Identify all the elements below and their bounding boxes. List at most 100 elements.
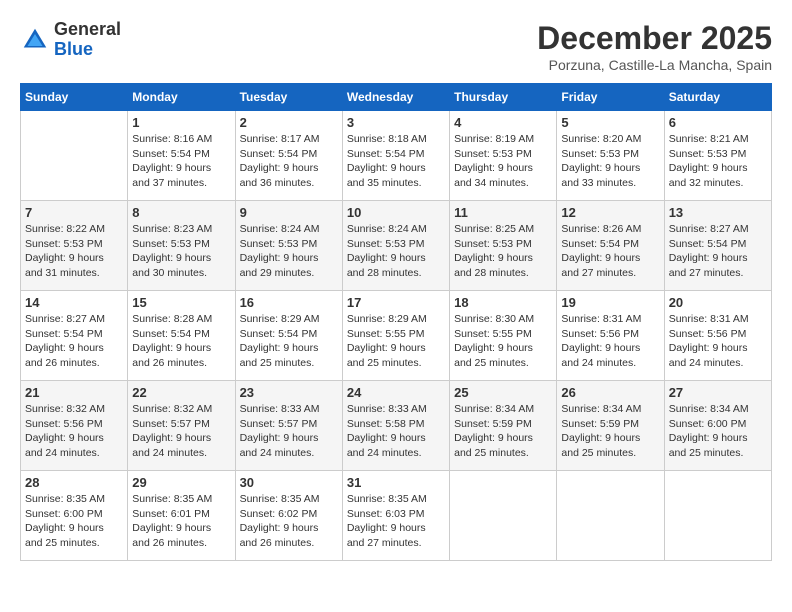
day-info: Sunrise: 8:27 AMSunset: 5:54 PMDaylight:…: [669, 222, 767, 281]
day-info: Sunrise: 8:35 AMSunset: 6:03 PMDaylight:…: [347, 492, 445, 551]
calendar-cell: 25 Sunrise: 8:34 AMSunset: 5:59 PMDaylig…: [450, 381, 557, 471]
day-number: 2: [240, 115, 338, 130]
header-saturday: Saturday: [664, 84, 771, 111]
day-info: Sunrise: 8:22 AMSunset: 5:53 PMDaylight:…: [25, 222, 123, 281]
day-number: 27: [669, 385, 767, 400]
day-info: Sunrise: 8:32 AMSunset: 5:57 PMDaylight:…: [132, 402, 230, 461]
day-number: 24: [347, 385, 445, 400]
calendar-cell: 8 Sunrise: 8:23 AMSunset: 5:53 PMDayligh…: [128, 201, 235, 291]
day-number: 14: [25, 295, 123, 310]
calendar-subtitle: Porzuna, Castille-La Mancha, Spain: [537, 57, 772, 73]
day-number: 4: [454, 115, 552, 130]
day-number: 31: [347, 475, 445, 490]
day-number: 6: [669, 115, 767, 130]
day-number: 1: [132, 115, 230, 130]
calendar-week-2: 7 Sunrise: 8:22 AMSunset: 5:53 PMDayligh…: [21, 201, 772, 291]
calendar-cell: 21 Sunrise: 8:32 AMSunset: 5:56 PMDaylig…: [21, 381, 128, 471]
day-info: Sunrise: 8:35 AMSunset: 6:02 PMDaylight:…: [240, 492, 338, 551]
day-number: 15: [132, 295, 230, 310]
calendar-cell: 18 Sunrise: 8:30 AMSunset: 5:55 PMDaylig…: [450, 291, 557, 381]
day-number: 21: [25, 385, 123, 400]
calendar-cell: 15 Sunrise: 8:28 AMSunset: 5:54 PMDaylig…: [128, 291, 235, 381]
day-info: Sunrise: 8:25 AMSunset: 5:53 PMDaylight:…: [454, 222, 552, 281]
day-number: 13: [669, 205, 767, 220]
logo: General Blue: [20, 20, 121, 60]
day-info: Sunrise: 8:24 AMSunset: 5:53 PMDaylight:…: [347, 222, 445, 281]
header-sunday: Sunday: [21, 84, 128, 111]
day-number: 8: [132, 205, 230, 220]
day-number: 11: [454, 205, 552, 220]
calendar-cell: 19 Sunrise: 8:31 AMSunset: 5:56 PMDaylig…: [557, 291, 664, 381]
calendar-cell: 12 Sunrise: 8:26 AMSunset: 5:54 PMDaylig…: [557, 201, 664, 291]
day-number: 20: [669, 295, 767, 310]
calendar-cell: 1 Sunrise: 8:16 AMSunset: 5:54 PMDayligh…: [128, 111, 235, 201]
calendar-cell: [21, 111, 128, 201]
day-number: 17: [347, 295, 445, 310]
logo-blue-text: Blue: [54, 40, 121, 60]
title-block: December 2025 Porzuna, Castille-La Manch…: [537, 20, 772, 73]
calendar-cell: 13 Sunrise: 8:27 AMSunset: 5:54 PMDaylig…: [664, 201, 771, 291]
header-tuesday: Tuesday: [235, 84, 342, 111]
calendar-cell: 23 Sunrise: 8:33 AMSunset: 5:57 PMDaylig…: [235, 381, 342, 471]
day-number: 18: [454, 295, 552, 310]
day-info: Sunrise: 8:35 AMSunset: 6:01 PMDaylight:…: [132, 492, 230, 551]
day-number: 9: [240, 205, 338, 220]
day-info: Sunrise: 8:32 AMSunset: 5:56 PMDaylight:…: [25, 402, 123, 461]
day-info: Sunrise: 8:29 AMSunset: 5:55 PMDaylight:…: [347, 312, 445, 371]
day-info: Sunrise: 8:33 AMSunset: 5:58 PMDaylight:…: [347, 402, 445, 461]
header-row: Sunday Monday Tuesday Wednesday Thursday…: [21, 84, 772, 111]
day-number: 19: [561, 295, 659, 310]
day-number: 25: [454, 385, 552, 400]
calendar-cell: 10 Sunrise: 8:24 AMSunset: 5:53 PMDaylig…: [342, 201, 449, 291]
day-number: 3: [347, 115, 445, 130]
calendar-cell: [557, 471, 664, 561]
header-monday: Monday: [128, 84, 235, 111]
day-number: 28: [25, 475, 123, 490]
calendar-week-3: 14 Sunrise: 8:27 AMSunset: 5:54 PMDaylig…: [21, 291, 772, 381]
day-info: Sunrise: 8:29 AMSunset: 5:54 PMDaylight:…: [240, 312, 338, 371]
day-info: Sunrise: 8:31 AMSunset: 5:56 PMDaylight:…: [669, 312, 767, 371]
day-info: Sunrise: 8:21 AMSunset: 5:53 PMDaylight:…: [669, 132, 767, 191]
day-info: Sunrise: 8:24 AMSunset: 5:53 PMDaylight:…: [240, 222, 338, 281]
day-info: Sunrise: 8:27 AMSunset: 5:54 PMDaylight:…: [25, 312, 123, 371]
day-number: 7: [25, 205, 123, 220]
header-wednesday: Wednesday: [342, 84, 449, 111]
day-number: 12: [561, 205, 659, 220]
calendar-cell: [450, 471, 557, 561]
calendar-cell: 17 Sunrise: 8:29 AMSunset: 5:55 PMDaylig…: [342, 291, 449, 381]
calendar-week-5: 28 Sunrise: 8:35 AMSunset: 6:00 PMDaylig…: [21, 471, 772, 561]
day-info: Sunrise: 8:28 AMSunset: 5:54 PMDaylight:…: [132, 312, 230, 371]
calendar-title: December 2025: [537, 20, 772, 57]
calendar-cell: 27 Sunrise: 8:34 AMSunset: 6:00 PMDaylig…: [664, 381, 771, 471]
day-number: 23: [240, 385, 338, 400]
day-info: Sunrise: 8:34 AMSunset: 5:59 PMDaylight:…: [561, 402, 659, 461]
calendar-cell: 14 Sunrise: 8:27 AMSunset: 5:54 PMDaylig…: [21, 291, 128, 381]
day-info: Sunrise: 8:33 AMSunset: 5:57 PMDaylight:…: [240, 402, 338, 461]
calendar-table: Sunday Monday Tuesday Wednesday Thursday…: [20, 83, 772, 561]
day-info: Sunrise: 8:34 AMSunset: 6:00 PMDaylight:…: [669, 402, 767, 461]
calendar-cell: 3 Sunrise: 8:18 AMSunset: 5:54 PMDayligh…: [342, 111, 449, 201]
day-info: Sunrise: 8:17 AMSunset: 5:54 PMDaylight:…: [240, 132, 338, 191]
day-number: 16: [240, 295, 338, 310]
day-info: Sunrise: 8:26 AMSunset: 5:54 PMDaylight:…: [561, 222, 659, 281]
calendar-cell: 11 Sunrise: 8:25 AMSunset: 5:53 PMDaylig…: [450, 201, 557, 291]
calendar-cell: 30 Sunrise: 8:35 AMSunset: 6:02 PMDaylig…: [235, 471, 342, 561]
header-friday: Friday: [557, 84, 664, 111]
day-number: 22: [132, 385, 230, 400]
day-info: Sunrise: 8:35 AMSunset: 6:00 PMDaylight:…: [25, 492, 123, 551]
day-info: Sunrise: 8:19 AMSunset: 5:53 PMDaylight:…: [454, 132, 552, 191]
calendar-cell: 29 Sunrise: 8:35 AMSunset: 6:01 PMDaylig…: [128, 471, 235, 561]
calendar-cell: 28 Sunrise: 8:35 AMSunset: 6:00 PMDaylig…: [21, 471, 128, 561]
page-header: General Blue December 2025 Porzuna, Cast…: [20, 20, 772, 73]
day-info: Sunrise: 8:20 AMSunset: 5:53 PMDaylight:…: [561, 132, 659, 191]
calendar-cell: 16 Sunrise: 8:29 AMSunset: 5:54 PMDaylig…: [235, 291, 342, 381]
calendar-cell: 6 Sunrise: 8:21 AMSunset: 5:53 PMDayligh…: [664, 111, 771, 201]
day-number: 30: [240, 475, 338, 490]
calendar-cell: 20 Sunrise: 8:31 AMSunset: 5:56 PMDaylig…: [664, 291, 771, 381]
day-number: 26: [561, 385, 659, 400]
day-info: Sunrise: 8:16 AMSunset: 5:54 PMDaylight:…: [132, 132, 230, 191]
calendar-week-4: 21 Sunrise: 8:32 AMSunset: 5:56 PMDaylig…: [21, 381, 772, 471]
calendar-cell: 9 Sunrise: 8:24 AMSunset: 5:53 PMDayligh…: [235, 201, 342, 291]
calendar-week-1: 1 Sunrise: 8:16 AMSunset: 5:54 PMDayligh…: [21, 111, 772, 201]
calendar-cell: 7 Sunrise: 8:22 AMSunset: 5:53 PMDayligh…: [21, 201, 128, 291]
